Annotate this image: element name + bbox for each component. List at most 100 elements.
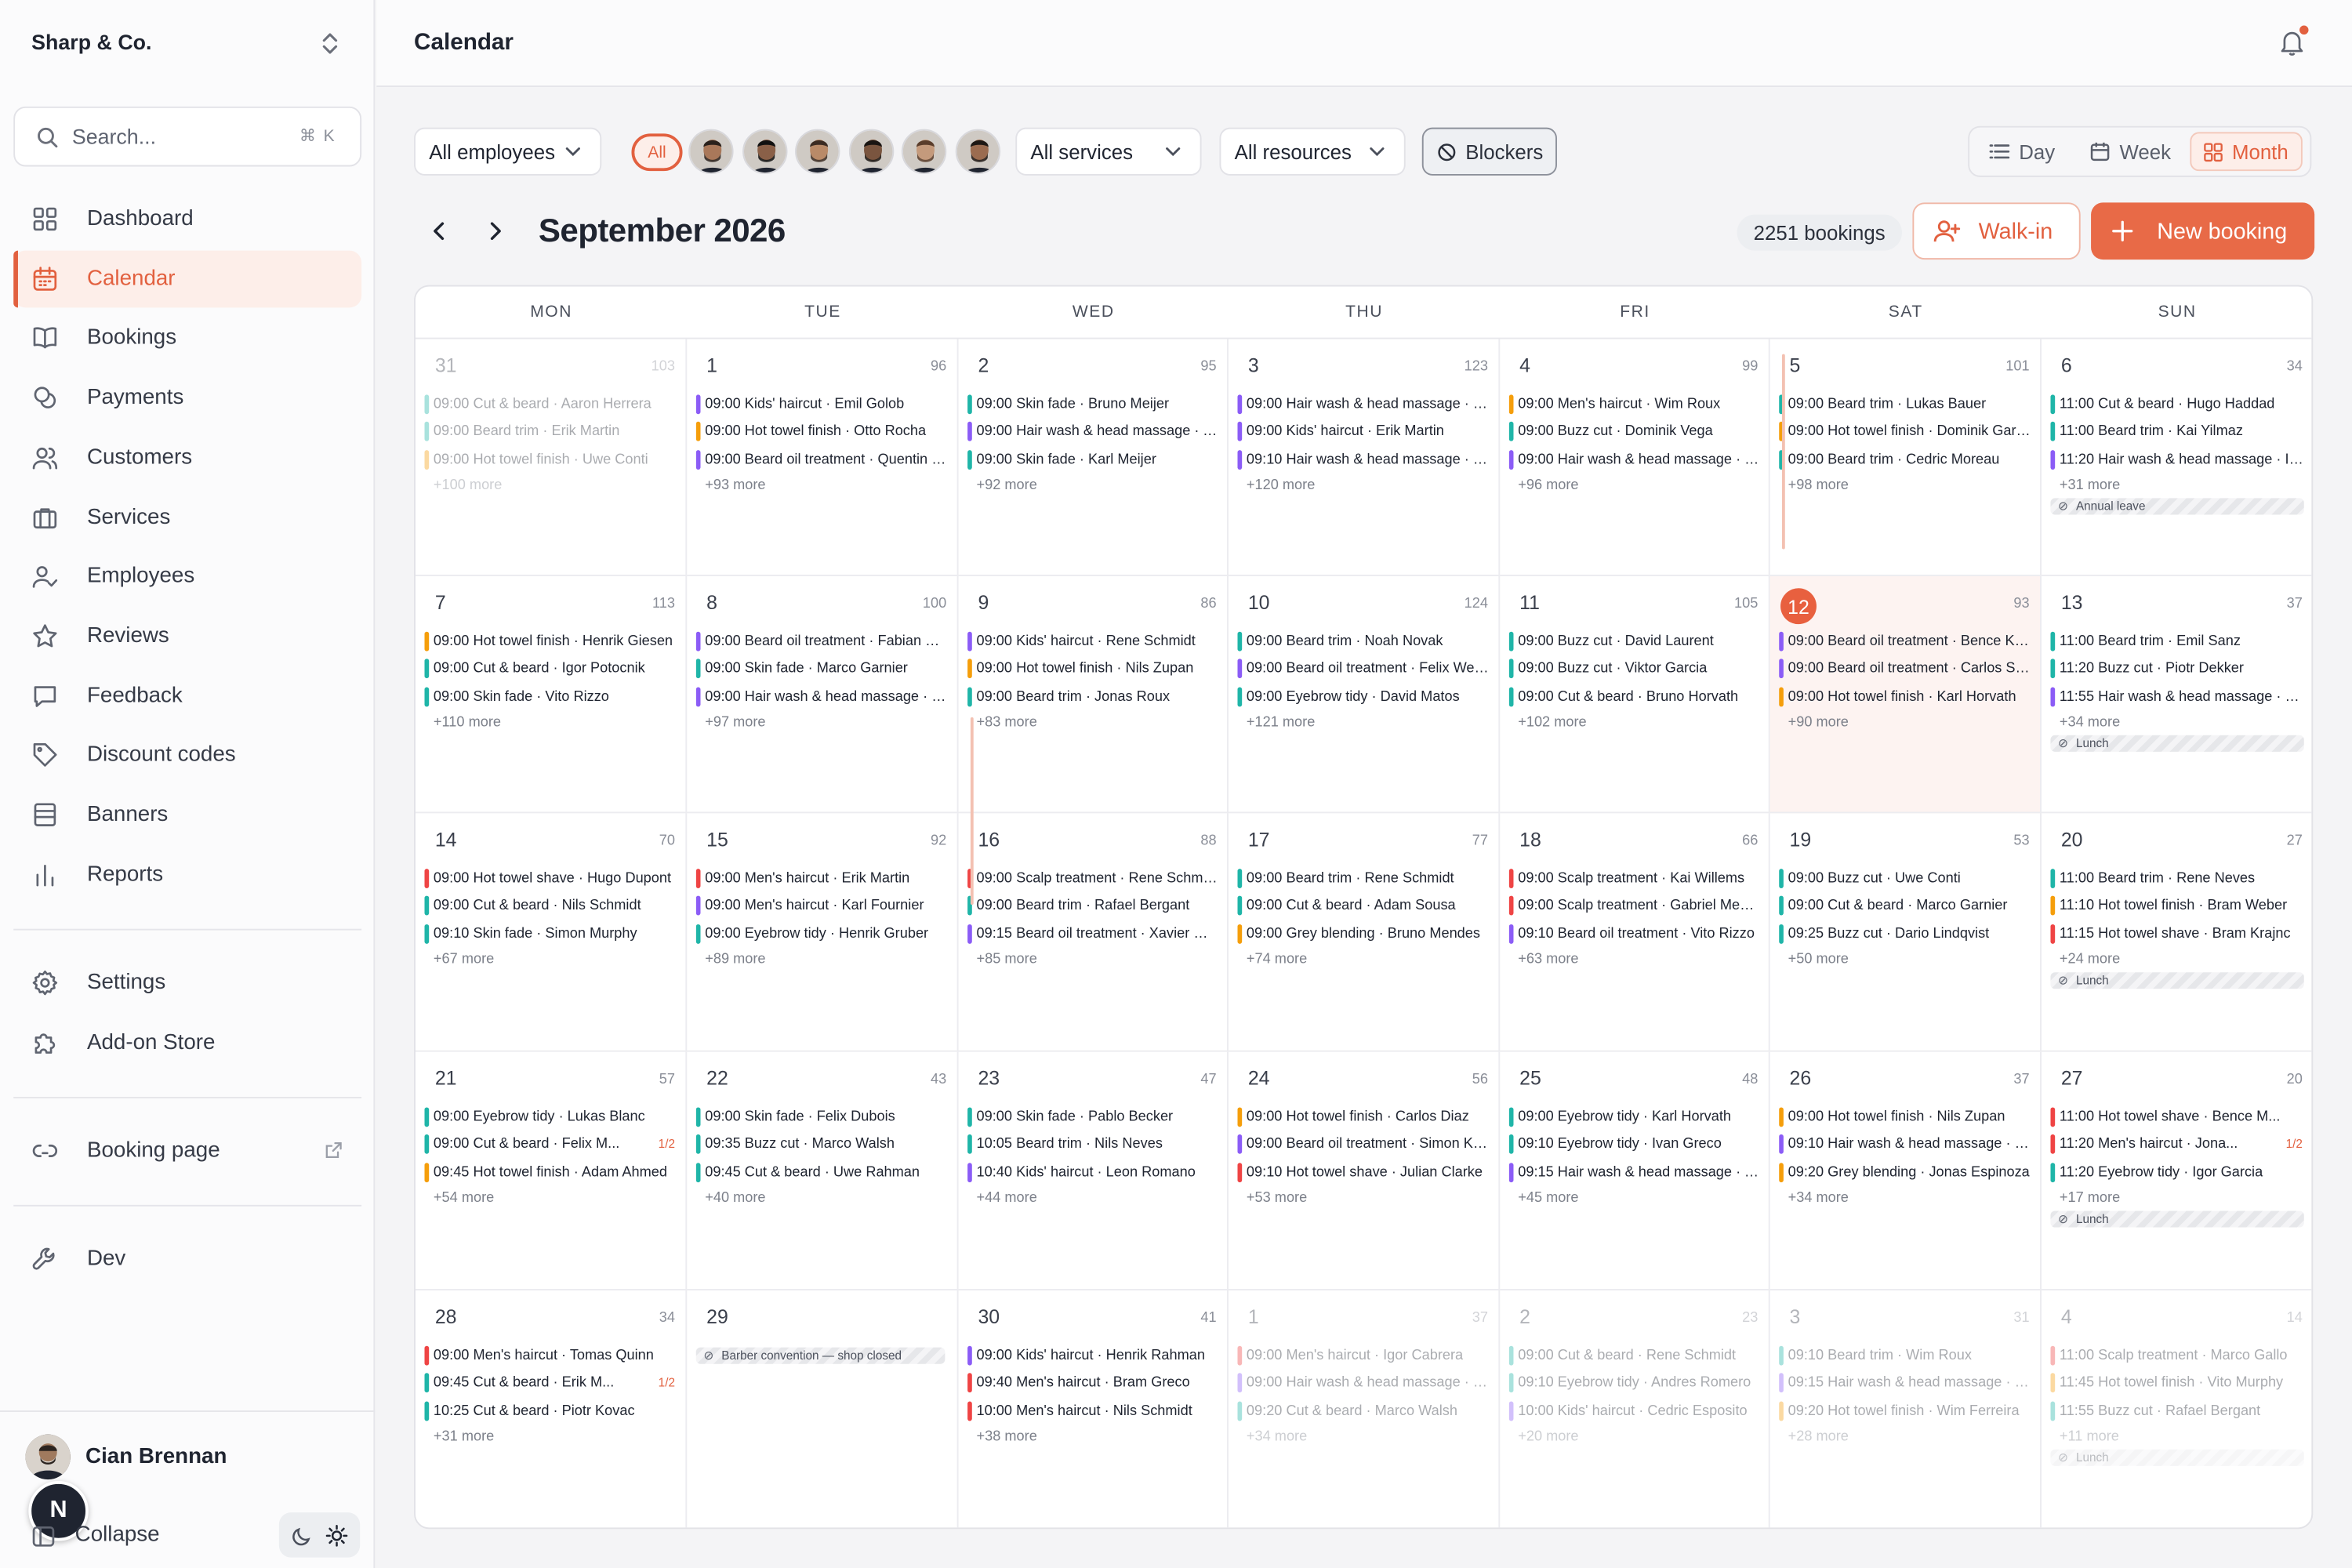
blocker-strip[interactable]: Lunch (2050, 1449, 2304, 1466)
employee-avatar[interactable] (848, 129, 894, 175)
day-cell[interactable]: 7 113 09:00 Hot towel finish · Henrik Gies… (415, 575, 688, 814)
avatar[interactable] (25, 1434, 71, 1480)
day-number[interactable]: 23 (978, 1067, 1000, 1090)
booking-event[interactable]: 09:00 Beard trim · Erik Martin (424, 420, 676, 443)
more-bookings-link[interactable]: +44 more (977, 1189, 1037, 1206)
booking-event[interactable]: 09:00 Buzz cut · Uwe Conti (1779, 867, 2031, 890)
resources-filter[interactable]: All resources (1219, 127, 1406, 176)
day-cell[interactable]: 2 23 09:00 Cut & beard · Rene Schmidt 09:10… (1500, 1290, 1770, 1528)
booking-event[interactable]: 09:00 Grey blending · Bruno Mendes (1237, 922, 1489, 945)
booking-event[interactable]: 09:00 Beard oil treatment · Bence Kovacs (1779, 630, 2031, 653)
booking-event[interactable]: 09:00 Cut & beard · Aaron Herrera (424, 393, 676, 416)
sidebar-item-payments[interactable]: Payments (13, 369, 361, 426)
more-bookings-link[interactable]: +34 more (1788, 1189, 1849, 1206)
more-bookings-link[interactable]: +120 more (1247, 477, 1315, 493)
day-number[interactable]: 4 (1519, 354, 1530, 377)
booking-event[interactable]: 09:10 Eyebrow tidy · Andres Romero (1508, 1372, 1760, 1395)
more-bookings-link[interactable]: +89 more (705, 951, 765, 967)
day-cell[interactable]: 16 88 09:00 Scalp treatment · Rene Schmidt… (958, 813, 1229, 1052)
booking-event[interactable]: 09:00 Hot towel finish · Carlos Diaz (1237, 1106, 1489, 1129)
booking-event[interactable]: 11:45 Hot towel finish · Vito Murphy (2050, 1372, 2303, 1395)
day-number[interactable]: 22 (706, 1067, 728, 1090)
walk-in-button[interactable]: Walk-in (1912, 202, 2081, 260)
more-bookings-link[interactable]: +74 more (1247, 951, 1307, 967)
booking-event[interactable]: 09:40 Men's haircut · Bram Greco (967, 1372, 1218, 1395)
day-number[interactable]: 4 (2061, 1305, 2072, 1328)
sidebar-item-dev[interactable]: Dev (13, 1230, 361, 1287)
sidebar-item-settings[interactable]: Settings (13, 954, 361, 1011)
shop-closed-blocker[interactable]: Barber convention — shop closed (695, 1347, 946, 1364)
day-number[interactable]: 29 (706, 1305, 728, 1328)
booking-event[interactable]: 09:00 Hot towel finish · Dominik Garcia (1779, 420, 2031, 443)
day-number[interactable]: 25 (1519, 1067, 1541, 1090)
moon-icon[interactable] (291, 1524, 314, 1547)
booking-event[interactable]: 09:15 Hair wash & head massage · Ivan Pi… (1779, 1372, 2031, 1395)
booking-event[interactable]: 11:00 Beard trim · Rene Neves (2050, 867, 2303, 890)
day-cell[interactable]: 15 92 09:00 Men's haircut · Erik Martin 09:… (687, 813, 959, 1052)
booking-event[interactable]: 09:00 Hair wash & head massage · Tomas P… (967, 420, 1218, 443)
booking-event[interactable]: 09:00 Hair wash & head massage · Ivan Pi… (695, 685, 948, 708)
day-cell[interactable]: 14 70 09:00 Hot towel shave · Hugo Dupont 0… (415, 813, 688, 1052)
day-cell[interactable]: 3 123 09:00 Hair wash & head massage · Jon… (1228, 339, 1501, 576)
booking-event[interactable]: 09:00 Cut & beard · Marco Garnier (1779, 895, 2031, 917)
more-bookings-link[interactable]: +102 more (1518, 714, 1586, 731)
booking-event[interactable]: 09:00 Scalp treatment · Gabriel Meyer (1508, 895, 1759, 917)
booking-event[interactable]: 09:00 Beard oil treatment · Fabian Roux (695, 630, 948, 653)
blocker-strip[interactable]: Lunch (2050, 735, 2304, 752)
day-cell[interactable]: 29 Barber convention — shop closed (687, 1290, 959, 1528)
day-cell[interactable]: 4 99 09:00 Men's haircut · Wim Roux 09:00 B… (1500, 339, 1770, 576)
booking-event[interactable]: 09:00 Scalp treatment · Kai Willems (1508, 867, 1760, 890)
sidebar-item-bookings[interactable]: Bookings (13, 310, 361, 367)
booking-event[interactable]: 09:00 Skin fade · Marco Garnier (695, 658, 948, 681)
day-cell[interactable]: 2 95 09:00 Skin fade · Bruno Meijer 09:00 H… (958, 339, 1229, 576)
more-bookings-link[interactable]: +38 more (977, 1428, 1037, 1445)
day-number[interactable]: 7 (435, 591, 446, 614)
bell-icon[interactable] (2280, 25, 2309, 56)
employee-avatar[interactable] (688, 129, 734, 175)
day-cell[interactable]: 13 37 11:00 Beard trim · Emil Sanz 11:20 Bu… (2041, 576, 2312, 814)
all-employees-pill[interactable]: All (631, 133, 683, 172)
collapse-button[interactable]: Collapse (75, 1523, 160, 1548)
booking-event[interactable]: 09:00 Beard oil treatment · Carlos Silva (1779, 658, 2031, 681)
sidebar-item-discount-codes[interactable]: Discount codes (13, 727, 361, 784)
booking-event[interactable]: 11:55 Buzz cut · Rafael Bergant (2050, 1399, 2303, 1422)
more-bookings-link[interactable]: +34 more (1247, 1428, 1307, 1445)
booking-event[interactable]: 09:00 Buzz cut · Dominik Vega (1508, 420, 1760, 443)
more-bookings-link[interactable]: +63 more (1518, 951, 1578, 967)
sidebar-item-calendar[interactable]: Calendar (13, 250, 362, 307)
booking-event[interactable]: 11:00 Hot towel shave · Bence M... (2050, 1106, 2303, 1129)
day-cell[interactable]: 17 77 09:00 Beard trim · Rene Schmidt 09:00… (1228, 813, 1501, 1052)
sun-icon[interactable] (325, 1524, 348, 1547)
more-bookings-link[interactable]: +17 more (2060, 1189, 2120, 1206)
booking-event[interactable]: 09:00 Beard trim · Lukas Bauer (1779, 393, 2031, 416)
more-bookings-link[interactable]: +83 more (977, 714, 1037, 731)
booking-event[interactable]: 09:00 Kids' haircut · Rene Schmidt (967, 630, 1218, 653)
employee-avatar[interactable] (795, 129, 840, 175)
booking-event[interactable]: 11:20 Hair wash & head massage · Igor Sa… (2050, 448, 2304, 470)
day-number[interactable]: 1 (706, 354, 717, 377)
more-bookings-link[interactable]: +45 more (1518, 1189, 1578, 1206)
booking-event[interactable]: 09:00 Hot towel finish · Henrik Giesen (424, 630, 676, 653)
booking-event[interactable]: 09:10 Hair wash & head massage · Emil Sa… (1779, 1134, 2031, 1156)
new-booking-button[interactable]: New booking (2091, 202, 2315, 260)
booking-event[interactable]: 09:00 Skin fade · Karl Meijer (967, 448, 1218, 470)
day-number[interactable]: 12 (1780, 588, 1817, 625)
booking-event[interactable]: 09:00 Beard oil treatment · Quentin Dura… (695, 448, 948, 470)
more-bookings-link[interactable]: +54 more (434, 1189, 494, 1206)
booking-event[interactable]: 11:20 Buzz cut · Piotr Dekker (2050, 658, 2303, 681)
sidebar-item-reports[interactable]: Reports (13, 846, 361, 903)
more-bookings-link[interactable]: +110 more (434, 714, 501, 731)
booking-event[interactable]: 09:15 Beard oil treatment · Xavier Roux (967, 922, 1218, 945)
booking-event[interactable]: 09:45 Cut & beard · Uwe Rahman (695, 1161, 948, 1184)
day-number[interactable]: 19 (1790, 828, 1812, 851)
day-number[interactable]: 28 (435, 1305, 457, 1328)
booking-event[interactable]: 10:00 Kids' haircut · Cedric Esposito (1508, 1399, 1760, 1422)
booking-event[interactable]: 09:00 Eyebrow tidy · David Matos (1237, 685, 1489, 708)
booking-event[interactable]: 09:00 Buzz cut · David Laurent (1508, 630, 1760, 653)
day-cell[interactable]: 30 41 09:00 Kids' haircut · Henrik Rahman 0… (959, 1290, 1229, 1528)
booking-event[interactable]: 09:00 Beard oil treatment · Felix Weber (1237, 658, 1490, 681)
more-bookings-link[interactable]: +24 more (2060, 951, 2120, 967)
booking-event[interactable]: 09:00 Men's haircut · Wim Roux (1508, 393, 1760, 416)
booking-event[interactable]: 09:20 Grey blending · Jonas Espinoza (1779, 1161, 2031, 1184)
more-bookings-link[interactable]: +97 more (705, 714, 765, 731)
